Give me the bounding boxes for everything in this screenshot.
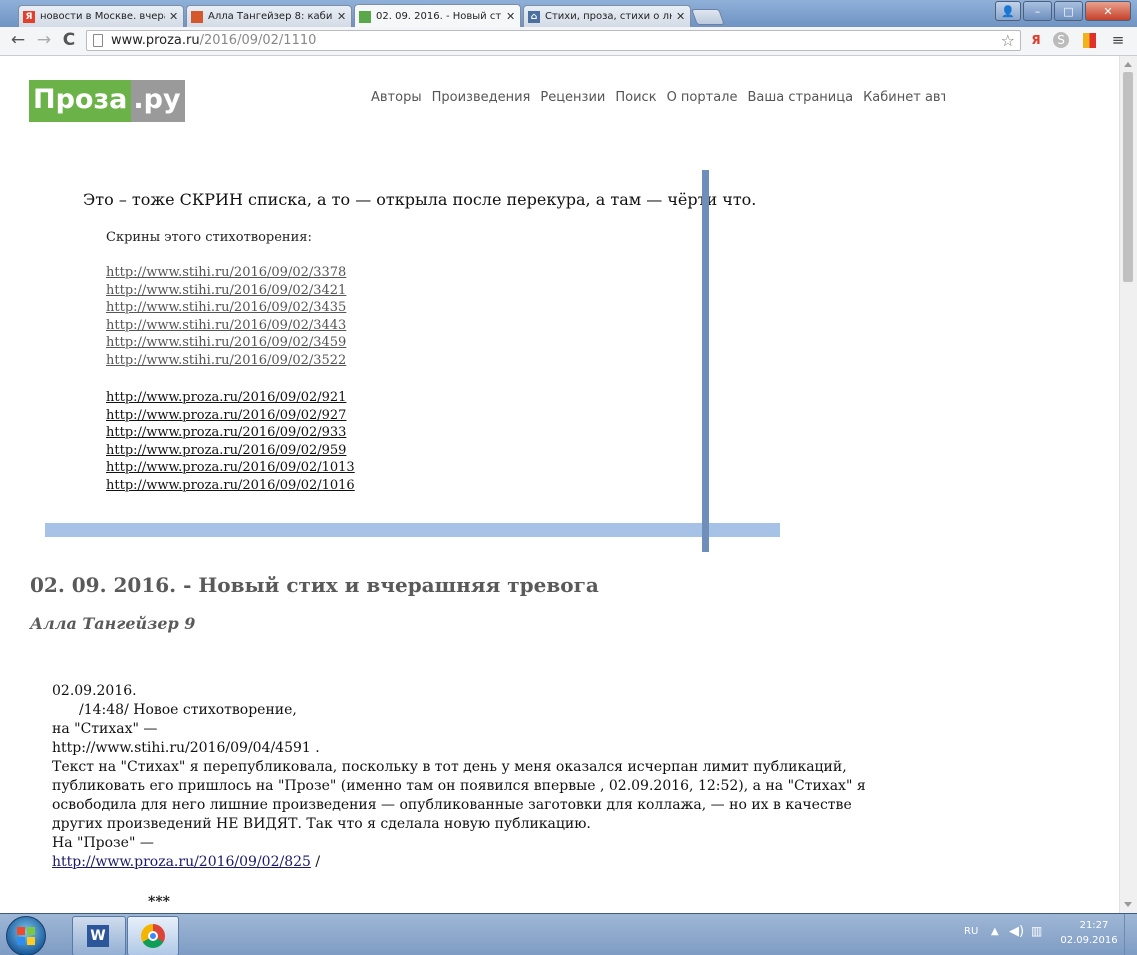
proza-link: http://www.proza.ru/2016/09/02/927	[106, 407, 347, 423]
proza-link: http://www.proza.ru/2016/09/02/1013	[106, 460, 355, 475]
yandex-favicon-icon: Я	[23, 10, 35, 23]
forward-icon[interactable]: →	[34, 30, 54, 50]
yandex-icon[interactable]: Я	[1028, 32, 1044, 48]
language-indicator[interactable]: RU	[964, 926, 978, 937]
nav-link[interactable]: Ваша страница	[747, 90, 853, 105]
word-icon: W	[87, 925, 109, 947]
nav-link[interactable]: Произведения	[432, 90, 531, 105]
clock-date[interactable]: 02.09.2016	[1060, 935, 1118, 946]
menu-icon[interactable]: ≡	[1110, 31, 1126, 49]
stihi-link-list: http://www.stihi.ru/2016/09/02/3378 http:…	[106, 264, 346, 369]
nav-link[interactable]: О портале	[667, 90, 738, 105]
article-proza-label: На "Прозе" —	[52, 835, 154, 851]
network-icon[interactable]: ▥	[1031, 924, 1042, 938]
nav-link[interactable]: Поиск	[615, 90, 656, 105]
article-author[interactable]: Алла Тангейзер 9	[30, 614, 195, 633]
stihi-link: http://www.stihi.ru/2016/09/02/3421	[106, 282, 347, 298]
nav-link[interactable]: Рецензии	[540, 90, 605, 105]
browser-tab[interactable]: Яновости в Москве. вчера ✕	[18, 5, 184, 27]
embedded-screenshot: Это – тоже СКРИН списка, а то — открыла …	[45, 168, 780, 552]
profile-button[interactable]: 👤	[995, 1, 1021, 21]
close-tab-icon[interactable]: ✕	[169, 10, 179, 23]
stihi-favicon-icon	[191, 10, 203, 23]
address-bar[interactable]: www.proza.ru/2016/09/02/1110 ☆	[86, 30, 1021, 51]
stihi-link: http://www.stihi.ru/2016/09/02/3459	[106, 335, 347, 350]
minimize-button[interactable]: –	[1023, 1, 1052, 21]
browser-toolbar: ← → C www.proza.ru/2016/09/02/1110 ☆ Я S…	[0, 27, 1137, 56]
screenshot-border-horizontal	[45, 523, 780, 537]
screenshot-caption: Это – тоже СКРИН списка, а то — открыла …	[83, 190, 757, 209]
new-tab-button[interactable]	[691, 9, 725, 25]
article-paragraph: Текст на "Стихах" я перепубликовала, пос…	[52, 759, 866, 832]
volume-icon[interactable]: ◀)	[1009, 924, 1024, 939]
stihi-link: http://www.stihi.ru/2016/09/02/3522	[106, 352, 347, 368]
home-favicon-icon: ⌂	[528, 10, 540, 23]
screenshot-subtitle: Скрины этого стихотворения:	[106, 230, 312, 245]
proza-link: http://www.proza.ru/2016/09/02/1016	[106, 477, 355, 493]
taskbar-word[interactable]: W	[72, 916, 126, 955]
nav-link[interactable]: Авторы	[371, 90, 422, 105]
tab-title: Стихи, проза, стихи о лю	[545, 11, 672, 22]
screen: Яновости в Москве. вчера ✕ Алла Тангейзер …	[0, 0, 1137, 955]
stars-separator: ***	[148, 894, 170, 910]
article-date: 02.09.2016.	[52, 683, 137, 699]
article-stihi-label: на "Стихах" —	[52, 721, 158, 737]
system-tray: RU ▲ ◀) ▥ 21:27 02.09.2016	[947, 914, 1137, 955]
scroll-up-icon[interactable]	[1124, 62, 1132, 67]
article-time-line: /14:48/ Новое стихотворение,	[79, 702, 297, 718]
tray-expand-icon[interactable]: ▲	[991, 926, 999, 937]
article-stihi-url: http://www.stihi.ru/2016/09/04/4591 .	[52, 740, 320, 756]
address-url[interactable]: www.proza.ru/2016/09/02/1110	[111, 33, 316, 48]
clock-time[interactable]: 21:27	[1074, 920, 1114, 931]
proza-link-list: http://www.proza.ru/2016/09/02/921 http:…	[106, 389, 355, 494]
bookmark-flag-icon[interactable]	[1081, 32, 1097, 48]
show-desktop-button[interactable]	[1124, 914, 1137, 955]
close-tab-icon[interactable]: ✕	[676, 10, 686, 23]
browser-tab[interactable]: ⌂ Стихи, проза, стихи о лю ✕	[523, 5, 691, 27]
site-logo[interactable]: Проза .ру	[29, 80, 185, 122]
article-proza-url-line: http://www.proza.ru/2016/09/02/825 /	[52, 854, 321, 870]
windows-taskbar: W RU ▲ ◀) ▥ 21:27 02.09.2016	[0, 913, 1137, 955]
stihi-link: http://www.stihi.ru/2016/09/02/3378	[106, 265, 347, 280]
close-tab-icon[interactable]: ✕	[337, 10, 347, 23]
stihi-link: http://www.stihi.ru/2016/09/02/3443	[106, 317, 347, 333]
chrome-icon	[141, 924, 165, 948]
reload-icon[interactable]: C	[59, 30, 79, 50]
close-window-button[interactable]: ✕	[1085, 1, 1131, 21]
window-controls: 👤 – □ ✕	[995, 1, 1131, 21]
taskbar-chrome[interactable]	[127, 916, 179, 955]
proza-favicon-icon	[359, 10, 371, 23]
site-nav: Авторы Произведения Рецензии Поиск О портале…	[371, 90, 945, 105]
page-icon	[93, 34, 103, 47]
scroll-thumb[interactable]	[1123, 72, 1133, 282]
close-tab-icon[interactable]: ✕	[506, 10, 516, 23]
start-button[interactable]	[6, 916, 46, 955]
stihi-link: http://www.stihi.ru/2016/09/02/3435	[106, 300, 347, 315]
tab-title: новости в Москве. вчера	[40, 11, 165, 22]
proza-link: http://www.proza.ru/2016/09/02/921	[106, 390, 347, 405]
proza-link: http://www.proza.ru/2016/09/02/959	[106, 442, 347, 458]
bookmark-star-icon[interactable]: ☆	[1001, 31, 1015, 50]
article-title: 02. 09. 2016. - Новый стих и вчерашняя т…	[30, 573, 599, 597]
proza-link: http://www.proza.ru/2016/09/02/933	[106, 425, 347, 440]
maximize-button[interactable]: □	[1054, 1, 1083, 21]
browser-tab-bar: Яновости в Москве. вчера ✕ Алла Тангейзер …	[0, 0, 1137, 28]
tab-title: 02. 09. 2016. - Новый сти	[376, 11, 502, 22]
scroll-down-icon[interactable]	[1124, 902, 1132, 907]
screenshot-border-vertical	[702, 170, 709, 552]
browser-tab[interactable]: Алла Тангейзер 8: кабине ✕	[186, 5, 352, 27]
windows-logo-icon	[17, 927, 35, 945]
browser-tab[interactable]: 02. 09. 2016. - Новый сти ✕	[354, 4, 521, 28]
skype-icon[interactable]: S	[1053, 32, 1069, 48]
article-body: 02.09.2016. /14:48/ Новое стихотворение,…	[52, 682, 897, 872]
page-viewport: Проза .ру Авторы Произведения Рецензии Поиск…	[0, 56, 1119, 913]
vertical-scrollbar[interactable]	[1119, 56, 1137, 913]
tab-title: Алла Тангейзер 8: кабине	[208, 11, 333, 22]
proza-link[interactable]: http://www.proza.ru/2016/09/02/825	[52, 854, 311, 870]
nav-link[interactable]: Кабинет автора	[863, 90, 945, 105]
back-icon[interactable]: ←	[8, 30, 28, 50]
